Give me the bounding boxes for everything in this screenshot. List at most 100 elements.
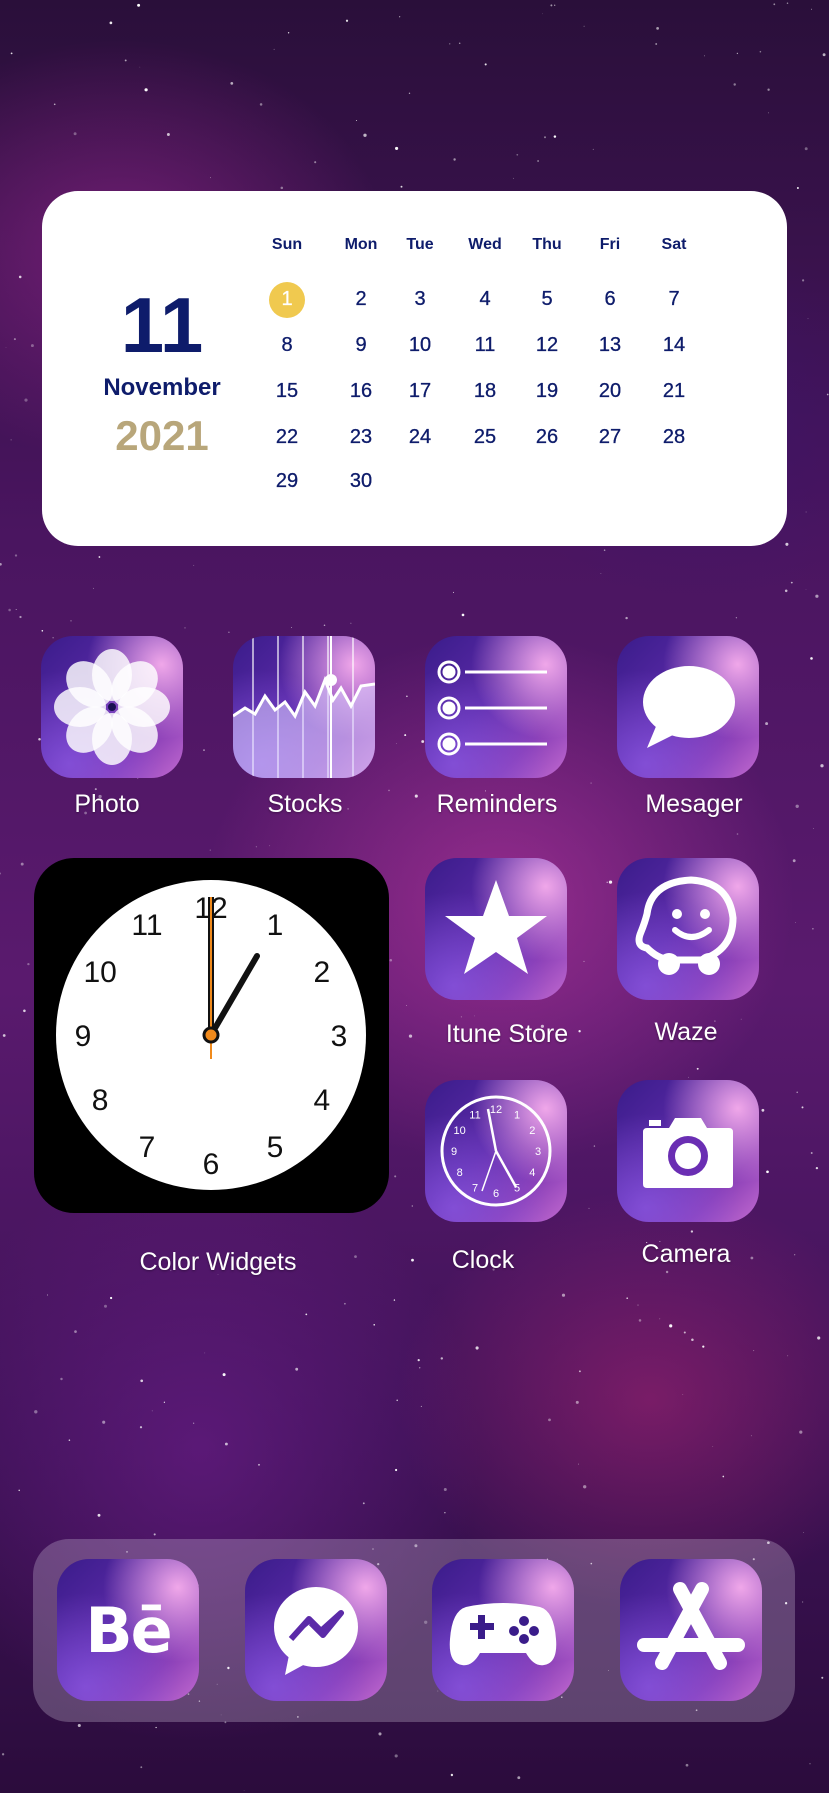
- star: [23, 1009, 26, 1013]
- star: [273, 48, 275, 50]
- star: [74, 1330, 77, 1333]
- star: [767, 112, 769, 114]
- star: [696, 1067, 699, 1070]
- star: [460, 1016, 462, 1018]
- clock-number-6: 6: [203, 1148, 220, 1181]
- star: [821, 1676, 824, 1679]
- star: [166, 133, 170, 136]
- calendar-day-24: 24: [408, 426, 432, 448]
- weekday-sat: Sat: [661, 236, 687, 253]
- star: [373, 1324, 375, 1326]
- itune-store-app-icon[interactable]: [425, 858, 567, 1000]
- star: [323, 624, 326, 626]
- star: [517, 1776, 521, 1780]
- star: [224, 1442, 228, 1446]
- star: [395, 743, 397, 744]
- waze-icon: [635, 876, 737, 975]
- star: [766, 1170, 769, 1174]
- color-widgets-label: Color Widgets: [139, 1248, 297, 1276]
- star: [104, 1304, 107, 1308]
- star: [450, 1773, 454, 1777]
- star: [826, 393, 829, 396]
- star: [259, 103, 263, 106]
- clock-number-10: 10: [83, 956, 116, 989]
- star: [155, 1726, 157, 1729]
- messenger-app-icon[interactable]: [245, 1559, 387, 1701]
- star: [53, 103, 56, 106]
- star: [209, 849, 211, 851]
- star: [350, 622, 352, 624]
- list-icon: [437, 660, 547, 756]
- app-store-app-icon[interactable]: [620, 1559, 762, 1701]
- star: [41, 630, 44, 632]
- star: [18, 1489, 20, 1492]
- star: [18, 275, 22, 279]
- clock-number-3: 3: [331, 1020, 348, 1053]
- star: [193, 564, 195, 566]
- reminders-app-icon[interactable]: [425, 636, 567, 778]
- color-widgets-clock[interactable]: 121234567891011: [34, 858, 389, 1213]
- star: [691, 1338, 694, 1341]
- star: [73, 132, 77, 136]
- clock-icon: 12 1234567891011: [440, 1095, 552, 1207]
- star: [47, 1294, 48, 1296]
- star: [203, 749, 205, 751]
- star: [659, 1318, 661, 1320]
- star: [140, 1766, 143, 1769]
- star: [362, 1502, 365, 1505]
- star: [255, 846, 258, 848]
- games-app-icon[interactable]: [432, 1559, 574, 1701]
- clock-app-icon[interactable]: 12 1 2 3 4 5 6 7 8 9 10 11: [425, 1080, 567, 1222]
- photo-app-icon[interactable]: [41, 636, 183, 778]
- mini-clock-number-12: 12: [490, 1104, 502, 1116]
- star: [608, 880, 613, 884]
- star: [222, 1373, 226, 1377]
- star: [109, 1296, 113, 1300]
- star: [593, 1145, 596, 1147]
- calendar-day-5: 5: [541, 288, 553, 310]
- calendar-day-26: 26: [535, 426, 559, 448]
- star: [820, 764, 824, 768]
- calendar-widget[interactable]: 11 November 2021 Sun Mon Tue Wed Thu Fri Sat 1 2…: [42, 191, 787, 546]
- star: [13, 338, 16, 341]
- star: [404, 734, 407, 737]
- star: [417, 1358, 420, 1362]
- star: [291, 627, 293, 629]
- weekday-mon: Mon: [344, 236, 378, 253]
- star: [803, 1532, 804, 1533]
- star: [736, 52, 739, 55]
- star: [139, 1426, 143, 1429]
- star: [799, 1430, 803, 1434]
- star: [802, 279, 805, 282]
- star: [750, 1435, 752, 1437]
- star: [378, 1732, 382, 1736]
- star: [550, 4, 553, 7]
- behance-icon: Bē: [85, 1593, 172, 1667]
- star: [0, 563, 2, 566]
- clock-center-dot: [202, 1026, 220, 1044]
- messager-app-icon[interactable]: [617, 636, 759, 778]
- calendar-day-15: 15: [275, 380, 299, 402]
- star: [14, 554, 18, 557]
- clock-label: Clock: [451, 1246, 515, 1274]
- star: [733, 83, 736, 86]
- star: [144, 88, 148, 92]
- star: [406, 695, 408, 698]
- waze-app-icon[interactable]: [617, 858, 759, 1000]
- calendar-day-29: 29: [275, 470, 299, 492]
- calendar-day-21: 21: [662, 380, 686, 402]
- star: [27, 962, 30, 966]
- camera-app-icon[interactable]: [617, 1080, 759, 1222]
- behance-app-icon[interactable]: Bē: [57, 1559, 199, 1701]
- star: [355, 120, 357, 121]
- stocks-app-icon[interactable]: [233, 636, 375, 778]
- star: [394, 1754, 398, 1758]
- star: [305, 1313, 308, 1316]
- star: [682, 1394, 684, 1395]
- star: [420, 1405, 422, 1407]
- star: [753, 1350, 755, 1352]
- star: [137, 3, 141, 7]
- star: [408, 92, 411, 94]
- calendar-day-13: 13: [598, 334, 622, 356]
- star: [444, 1512, 446, 1514]
